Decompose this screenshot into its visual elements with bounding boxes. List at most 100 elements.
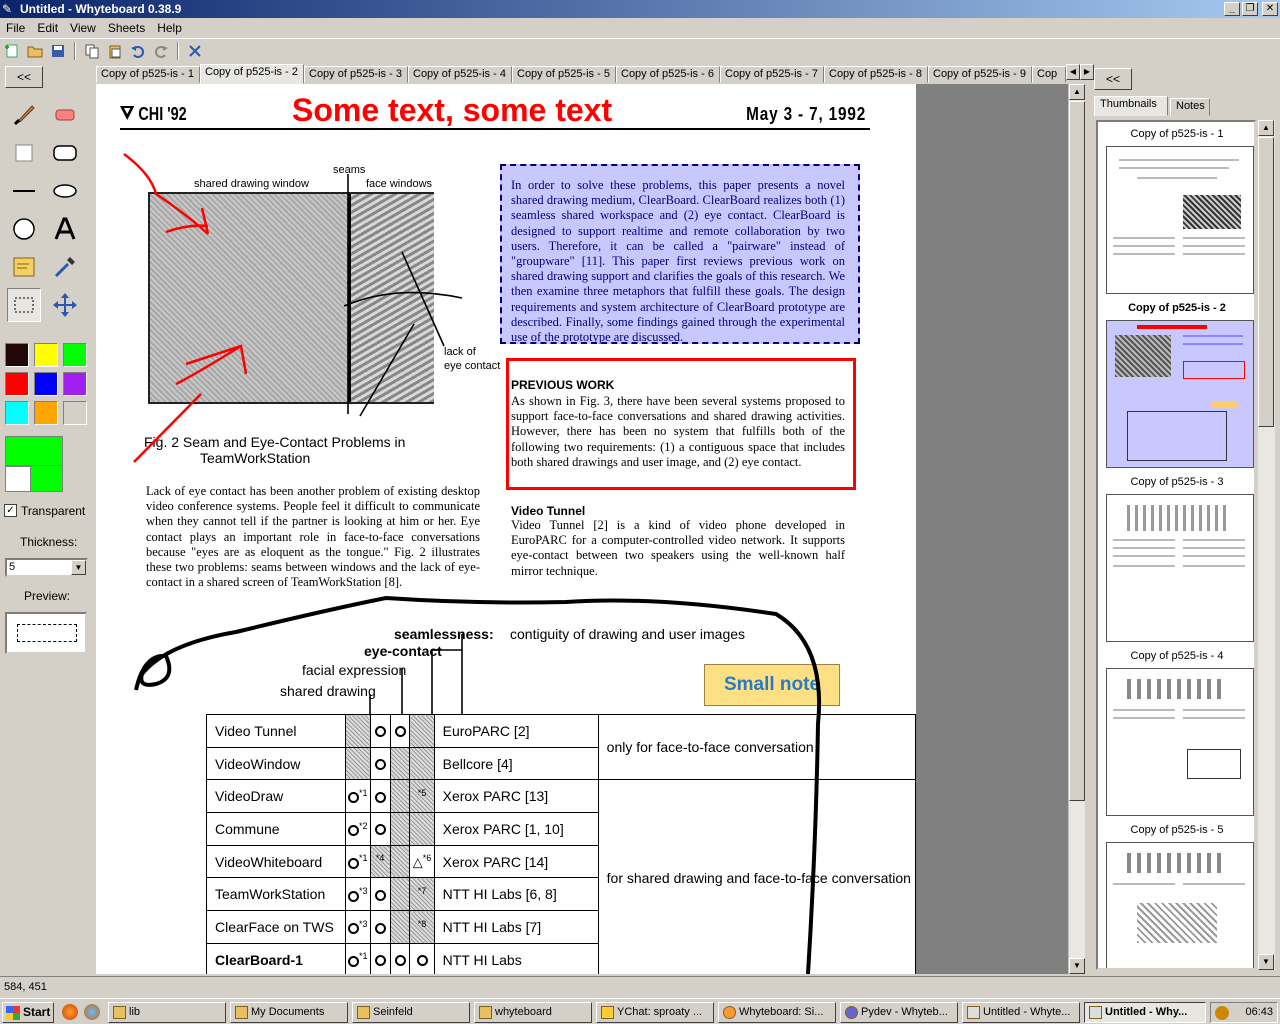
thumb-label: Copy of p525-is - 5 [1130, 824, 1224, 836]
start-button[interactable]: Start [2, 1002, 54, 1023]
canvas-vertical-scrollbar[interactable]: ▲ ▼ [1068, 84, 1085, 974]
thumbnail-4[interactable] [1106, 668, 1254, 816]
task-lib[interactable]: lib [108, 1002, 226, 1023]
eyedropper-tool[interactable] [48, 250, 82, 284]
color-swatch-orange[interactable] [34, 401, 58, 425]
row-org: NTT HI Labs [7] [433, 910, 599, 944]
scroll-down-icon[interactable]: ▼ [1069, 958, 1085, 974]
big-red-text[interactable]: Some text, some text [292, 92, 612, 129]
background-color-swatch[interactable] [5, 466, 31, 492]
tab-sheet-1[interactable]: Copy of p525-is - 1 [96, 66, 200, 83]
color-swatch-purple[interactable] [63, 372, 87, 396]
firefox-icon[interactable] [62, 1004, 78, 1020]
clock: 06:43 [1245, 1006, 1273, 1018]
tab-sheet-6[interactable]: Copy of p525-is - 6 [616, 66, 720, 83]
circle-icon [13, 218, 35, 240]
thumbnail-2-selected[interactable] [1106, 320, 1254, 468]
toolbar-separator [177, 41, 179, 60]
row-name: ClearFace on TWS [206, 910, 346, 944]
table-label-facial: facial expression [302, 662, 407, 678]
tab-sheet-2[interactable]: Copy of p525-is - 2 [200, 64, 304, 84]
note-tool[interactable] [7, 250, 41, 284]
tab-sheet-3[interactable]: Copy of p525-is - 3 [304, 66, 408, 83]
undo-icon[interactable] [128, 41, 148, 61]
paste-icon[interactable] [105, 41, 125, 61]
task-untitled-whyteboard-active[interactable]: Untitled - Why... [1084, 1002, 1206, 1023]
task-ychat[interactable]: YChat: sproaty ... [596, 1002, 714, 1023]
collapse-side-panel-button[interactable]: << [1094, 68, 1132, 90]
thumbnail-3[interactable] [1106, 494, 1254, 642]
copy-icon[interactable] [82, 41, 102, 61]
rounded-rectangle-tool[interactable] [48, 136, 82, 170]
task-untitled-whyteboard[interactable]: Untitled - Whyte... [962, 1002, 1080, 1023]
rectangle-tool[interactable] [7, 136, 41, 170]
tray-app-icon[interactable] [1215, 1006, 1229, 1020]
tab-sheet-10[interactable]: Cop [1032, 66, 1066, 83]
tab-notes[interactable]: Notes [1170, 98, 1210, 116]
color-swatch-red[interactable] [5, 372, 29, 396]
color-swatch-yellow[interactable] [34, 343, 58, 367]
tab-sheet-4[interactable]: Copy of p525-is - 4 [408, 66, 512, 83]
dropdown-arrow-icon[interactable]: ▼ [71, 560, 86, 575]
maximize-button[interactable]: ❐ [1242, 2, 1258, 16]
color-swatch-cyan[interactable] [5, 401, 29, 425]
row-name: ClearBoard-1 [206, 942, 346, 974]
scrollbar-thumb[interactable] [1069, 101, 1085, 801]
transparent-checkbox[interactable]: ✓ [4, 504, 17, 517]
menu-edit[interactable]: Edit [31, 18, 64, 38]
scroll-down-icon[interactable]: ▼ [1258, 954, 1274, 970]
circle-tool[interactable] [7, 212, 41, 246]
color-swatch-green[interactable] [63, 343, 87, 367]
color-swatch-dark-brown[interactable] [5, 343, 29, 367]
menu-view[interactable]: View [64, 18, 102, 38]
foreground-color-swatch[interactable] [5, 436, 63, 466]
line-tool[interactable] [7, 174, 41, 208]
rectangle-icon [15, 144, 33, 162]
task-whyteboard-folder[interactable]: whyteboard [474, 1002, 592, 1023]
task-pydev[interactable]: Pydev - Whyteb... [840, 1002, 958, 1023]
scroll-up-icon[interactable]: ▲ [1069, 84, 1085, 100]
thumbnail-5[interactable] [1106, 842, 1254, 968]
thumbnail-scrollbar[interactable]: ▲ ▼ [1258, 120, 1275, 970]
task-whyteboard-browser[interactable]: Whyteboard: Si... [718, 1002, 836, 1023]
small-note[interactable]: Small note [704, 664, 840, 706]
open-folder-icon[interactable] [25, 41, 45, 61]
delete-x-icon[interactable] [185, 41, 205, 61]
tab-sheet-9[interactable]: Copy of p525-is - 9 [928, 66, 1032, 83]
color-swatch-blue[interactable] [34, 372, 58, 396]
pen-tool[interactable] [7, 98, 41, 132]
tab-scroll-left-icon[interactable]: ◀ [1066, 64, 1080, 80]
color-swatch-grey[interactable] [63, 401, 87, 425]
sheet-tabs: Copy of p525-is - 1 Copy of p525-is - 2 … [96, 64, 1088, 84]
canvas-page[interactable]: CHI '92 May 3 - 7, 1992 Some text, some … [96, 84, 916, 974]
collapse-tools-button[interactable]: << [5, 66, 43, 88]
tab-sheet-7[interactable]: Copy of p525-is - 7 [720, 66, 824, 83]
eraser-tool[interactable] [48, 98, 82, 132]
thickness-select[interactable]: 5 ▼ [5, 558, 88, 577]
text-tool[interactable] [48, 212, 82, 246]
task-seinfeld[interactable]: Seinfeld [352, 1002, 470, 1023]
move-tool[interactable] [48, 288, 82, 322]
drawing-canvas-area[interactable]: CHI '92 May 3 - 7, 1992 Some text, some … [96, 84, 1068, 974]
firefox-alt-icon[interactable] [84, 1004, 100, 1020]
menu-file[interactable]: File [0, 18, 31, 38]
redo-icon[interactable] [151, 41, 171, 61]
scroll-up-icon[interactable]: ▲ [1258, 120, 1274, 136]
ellipse-tool[interactable] [48, 174, 82, 208]
scrollbar-thumb[interactable] [1258, 137, 1274, 427]
close-button[interactable]: ✕ [1262, 2, 1278, 16]
save-icon[interactable] [48, 41, 68, 61]
previous-work-paragraph: As shown in Fig. 3, there have been seve… [511, 394, 845, 469]
thickness-label: Thickness: [20, 535, 78, 549]
menu-help[interactable]: Help [151, 18, 188, 38]
select-tool[interactable] [7, 288, 41, 322]
tab-sheet-8[interactable]: Copy of p525-is - 8 [824, 66, 928, 83]
menu-bar: File Edit View Sheets Help [0, 18, 1280, 38]
minimize-button[interactable]: _ [1224, 2, 1240, 16]
thumbnail-1[interactable] [1106, 146, 1254, 294]
menu-sheets[interactable]: Sheets [102, 18, 151, 38]
tab-thumbnails[interactable]: Thumbnails [1094, 96, 1168, 116]
tab-sheet-5[interactable]: Copy of p525-is - 5 [512, 66, 616, 83]
task-my-documents[interactable]: My Documents [230, 1002, 348, 1023]
new-file-icon[interactable] [2, 41, 22, 61]
